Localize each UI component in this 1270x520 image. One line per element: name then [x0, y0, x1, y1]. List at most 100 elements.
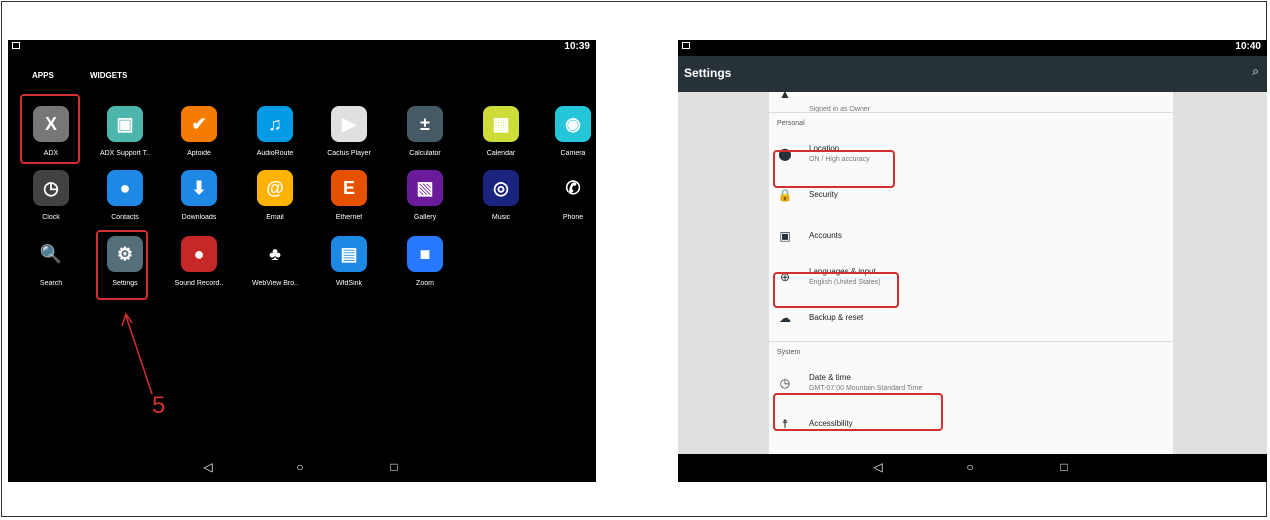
- app-icon: ▶: [331, 106, 367, 142]
- settings-item-title: Backup & reset: [809, 313, 864, 322]
- app-icon: @: [257, 170, 293, 206]
- app-label: ADX Support T..: [99, 150, 151, 157]
- home-icon[interactable]: ○: [292, 460, 308, 474]
- app-sound-record[interactable]: ● Sound Record..: [164, 234, 234, 294]
- app-search[interactable]: 🔍 Search: [16, 234, 86, 294]
- app-audioroute[interactable]: ♫ AudioRoute: [240, 104, 310, 164]
- notification-icon: [12, 42, 20, 49]
- app-label: Calculator: [409, 150, 441, 157]
- app-adx-support-t[interactable]: ▣ ADX Support T..: [90, 104, 160, 164]
- account-icon: ▣: [779, 229, 791, 243]
- settings-app-bar: Settings ⌕: [678, 56, 1267, 92]
- app-icon: ✆: [555, 170, 591, 206]
- app-icon: ✔: [181, 106, 217, 142]
- app-label: Sound Record..: [174, 280, 224, 287]
- app-gallery[interactable]: ▧ Gallery: [390, 168, 460, 228]
- app-label: Camera: [560, 150, 586, 157]
- app-label: Calendar: [486, 150, 516, 157]
- settings-item-title: Accounts: [809, 231, 842, 240]
- app-ethernet[interactable]: E Ethernet: [314, 168, 384, 228]
- app-email[interactable]: @ Email: [240, 168, 310, 228]
- app-zoom[interactable]: ■ Zoom: [390, 234, 460, 294]
- app-label: Cactus Player: [327, 150, 371, 157]
- settings-item-summary: GMT-07:00 Mountain Standard Time: [809, 385, 923, 392]
- status-time: 10:40: [1235, 41, 1261, 52]
- status-time: 10:39: [564, 41, 590, 52]
- annotation-step-number: 5: [152, 392, 166, 419]
- adx-highlight: [20, 94, 80, 164]
- app-icon: ■: [407, 236, 443, 272]
- nav-bar: ◁ ○ □: [8, 454, 596, 482]
- app-label: WebView Bro..: [251, 280, 299, 287]
- tab-apps[interactable]: APPS: [32, 68, 54, 96]
- recents-icon[interactable]: □: [386, 460, 402, 474]
- app-music[interactable]: ◎ Music: [466, 168, 536, 228]
- app-icon: ⬇: [181, 170, 217, 206]
- settings-highlight: [773, 272, 899, 308]
- app-icon: ◷: [33, 170, 69, 206]
- drawer-tabs: APPS WIDGETS: [8, 68, 596, 96]
- app-icon: ▦: [483, 106, 519, 142]
- app-calendar[interactable]: ▦ Calendar: [466, 104, 536, 164]
- app-label: Email: [266, 214, 284, 221]
- annotation-arrow: [121, 312, 153, 395]
- settings-item-user[interactable]: ▲ Signed in as Owner: [769, 92, 1173, 113]
- app-contacts[interactable]: ● Contacts: [90, 168, 160, 228]
- app-label: Aptoide: [187, 150, 211, 157]
- app-label: Downloads: [181, 214, 217, 221]
- app-cactus-player[interactable]: ▶ Cactus Player: [314, 104, 384, 164]
- app-label: WfdSink: [335, 280, 363, 287]
- app-phone[interactable]: ✆ Phone: [538, 168, 596, 228]
- recents-icon[interactable]: □: [1056, 460, 1072, 474]
- person-icon: ▲: [779, 92, 791, 101]
- app-wfdsink[interactable]: ▤ WfdSink: [314, 234, 384, 294]
- app-label: Search: [39, 280, 63, 287]
- settings-item-accounts[interactable]: ▣ Accounts: [769, 218, 1173, 259]
- app-icon: 🔍: [33, 236, 69, 272]
- app-icon: E: [331, 170, 367, 206]
- app-label: AudioRoute: [256, 150, 294, 157]
- app-clock[interactable]: ◷ Clock: [16, 168, 86, 228]
- app-label: Music: [491, 214, 511, 221]
- page-title: Settings: [684, 66, 732, 80]
- app-icon: ♣: [257, 236, 293, 272]
- app-icon: ±: [407, 106, 443, 142]
- app-webview-bro[interactable]: ♣ WebView Bro..: [240, 234, 310, 294]
- app-icon: ●: [181, 236, 217, 272]
- app-drawer-screen: 10:39 APPS WIDGETS X ADX ▣ ADX Support T.. ✔…: [8, 40, 596, 482]
- notification-icon: [682, 42, 690, 49]
- app-icon: ♫: [257, 106, 293, 142]
- tab-widgets[interactable]: WIDGETS: [90, 68, 127, 94]
- settings-item-title: Date & time: [809, 373, 851, 382]
- search-icon[interactable]: ⌕: [1252, 64, 1259, 79]
- divider: [769, 341, 1173, 342]
- app-icon: ▧: [407, 170, 443, 206]
- app-icon: ◉: [555, 106, 591, 142]
- app-icon: ▤: [331, 236, 367, 272]
- app-icon: ◎: [483, 170, 519, 206]
- app-icon: ●: [107, 170, 143, 206]
- settings-screen: 10:40 Settings ⌕ ▲ Signed in as Owner Pers…: [678, 40, 1267, 482]
- app-camera[interactable]: ◉ Camera: [538, 104, 596, 164]
- app-label: Phone: [562, 214, 584, 221]
- app-label: Contacts: [111, 214, 139, 221]
- app-label: Clock: [42, 214, 60, 221]
- clock-icon: ◷: [779, 376, 791, 390]
- app-aptoide[interactable]: ✔ Aptoide: [164, 104, 234, 164]
- back-icon[interactable]: ◁: [200, 460, 216, 474]
- back-icon[interactable]: ◁: [870, 460, 886, 474]
- app-label: Zoom: [416, 280, 434, 287]
- app-calculator[interactable]: ± Calculator: [390, 104, 460, 164]
- settings-item-title: Security: [809, 190, 838, 199]
- app-label: Gallery: [413, 214, 437, 221]
- cloud-icon: ☁: [779, 311, 791, 325]
- settings-highlight: [773, 150, 895, 188]
- lock-icon: 🔒: [777, 188, 793, 202]
- settings-highlight: [773, 393, 943, 431]
- status-bar: 10:39: [8, 40, 596, 56]
- home-icon[interactable]: ○: [962, 460, 978, 474]
- app-downloads[interactable]: ⬇ Downloads: [164, 168, 234, 228]
- divider: [769, 112, 1173, 113]
- app-icon: ▣: [107, 106, 143, 142]
- category-header: System: [777, 349, 801, 356]
